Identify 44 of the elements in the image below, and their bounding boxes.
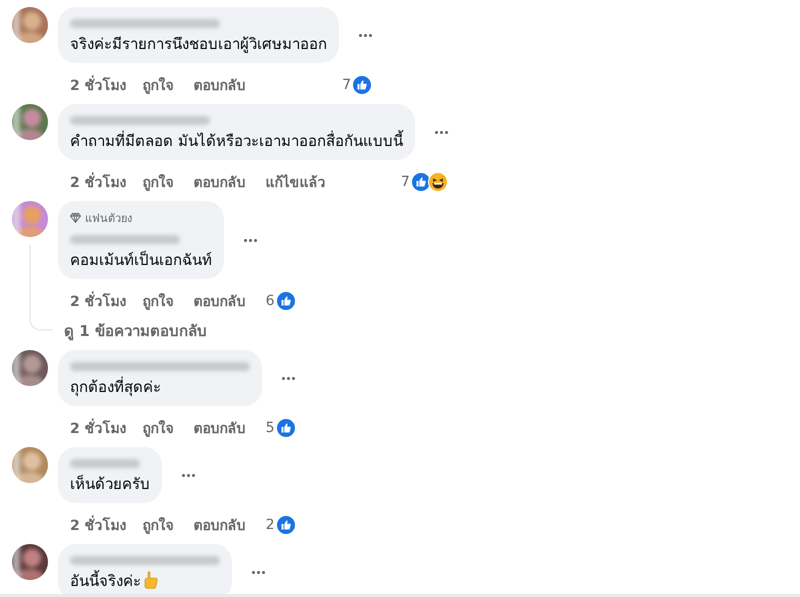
comment-time[interactable]: 2 ชั่วโมง [70,514,127,536]
reaction-count: 6 [266,293,275,309]
like-link[interactable]: ถูกใจ [142,514,174,536]
comment-text: อันนี้จริงค่ะ [70,571,220,591]
like-icon [410,172,431,192]
laughing-emoji-icon [428,172,448,192]
like-link[interactable]: ถูกใจ [142,290,174,312]
reaction-count: 2 [266,517,275,533]
comment-time[interactable]: 2 ชั่วโมง [70,417,127,439]
comment-text: ถุกต้องที่สุดค่ะ [70,377,162,397]
reaction-count: 7 [342,77,351,93]
reply-link[interactable]: ตอบกลับ [194,74,246,96]
more-options-icon[interactable] [182,474,195,476]
like-link[interactable]: ถูกใจ [142,171,174,193]
more-options-icon[interactable] [282,376,295,380]
like-icon [276,515,296,535]
fan-label: แฟนตัวยง [85,211,132,227]
like-icon [276,291,296,311]
comment-text: คำถามที่มีตลอด มันได้หรือวะเอามาออกสื่อกันแบบนี้ [70,131,403,151]
reply-link[interactable]: ตอบกลับ [194,290,246,312]
like-icon [352,75,372,95]
like-link[interactable]: ถูกใจ [142,74,174,96]
thumbs-up-icon [143,571,159,589]
comment-text: จริงค่ะมีรายการนึงชอบเอาผู้วิเศษมาออก [70,34,327,54]
more-options-icon[interactable] [434,130,448,134]
more-options-icon[interactable] [252,570,265,574]
like-link[interactable]: ถูกใจ [142,417,174,439]
reaction-count: 7 [400,174,410,190]
comment-time[interactable]: 2 ชั่วโมง [70,74,127,96]
reply-link[interactable]: ตอบกลับ [194,417,246,439]
reaction-count: 5 [266,420,275,436]
like-icon [276,418,296,438]
more-options-icon[interactable] [244,238,257,242]
view-replies-link[interactable]: ดู 1 ข้อความตอบกลับ [12,313,800,343]
comment-time[interactable]: 2 ชั่วโมง [70,290,127,312]
blurred-name [70,459,140,468]
reply-link[interactable]: ตอบกลับ [194,514,246,536]
more-options-icon[interactable] [359,34,372,36]
reply-link[interactable]: ตอบกลับ [194,171,246,193]
comment-time[interactable]: 2 ชั่วโมง [70,171,127,193]
diamond-icon [70,213,81,223]
edited-label: แก้ไขแล้ว [266,173,326,193]
comment-text: เห็นด้วยครับ [70,474,150,494]
comment-text: คอมเม้นท์เป็นเอกฉันท์ [70,250,212,270]
